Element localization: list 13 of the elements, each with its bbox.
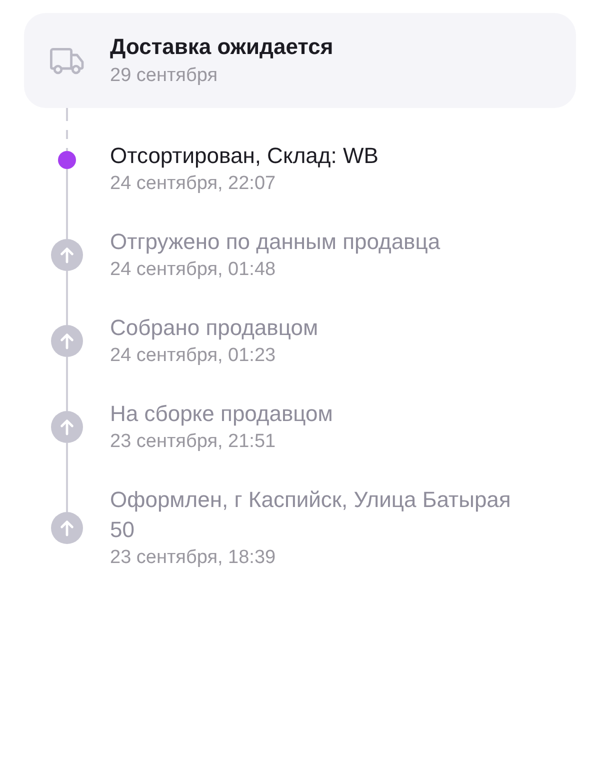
event-title: На сборке продавцом <box>110 400 333 428</box>
event-title: Отгружено по данным продавца <box>110 228 440 256</box>
event-time: 24 сентября, 01:48 <box>110 258 276 282</box>
event-time: 24 сентября, 22:07 <box>110 172 276 196</box>
truck-icon <box>50 48 84 75</box>
event-time: 23 сентября, 18:39 <box>110 546 276 570</box>
event-title: Отсортирован, Склад: WB <box>110 142 378 170</box>
event-time: 23 сентября, 21:51 <box>110 430 276 454</box>
event-title: Оформлен, г Каспийск, Улица Батырая 50 <box>110 486 512 544</box>
event-title: Собрано продавцом <box>110 314 318 342</box>
delivery-title: Доставка ожидается <box>110 32 334 60</box>
delivery-date: 29 сентября <box>110 64 218 88</box>
event-time: 24 сентября, 01:23 <box>110 344 276 368</box>
